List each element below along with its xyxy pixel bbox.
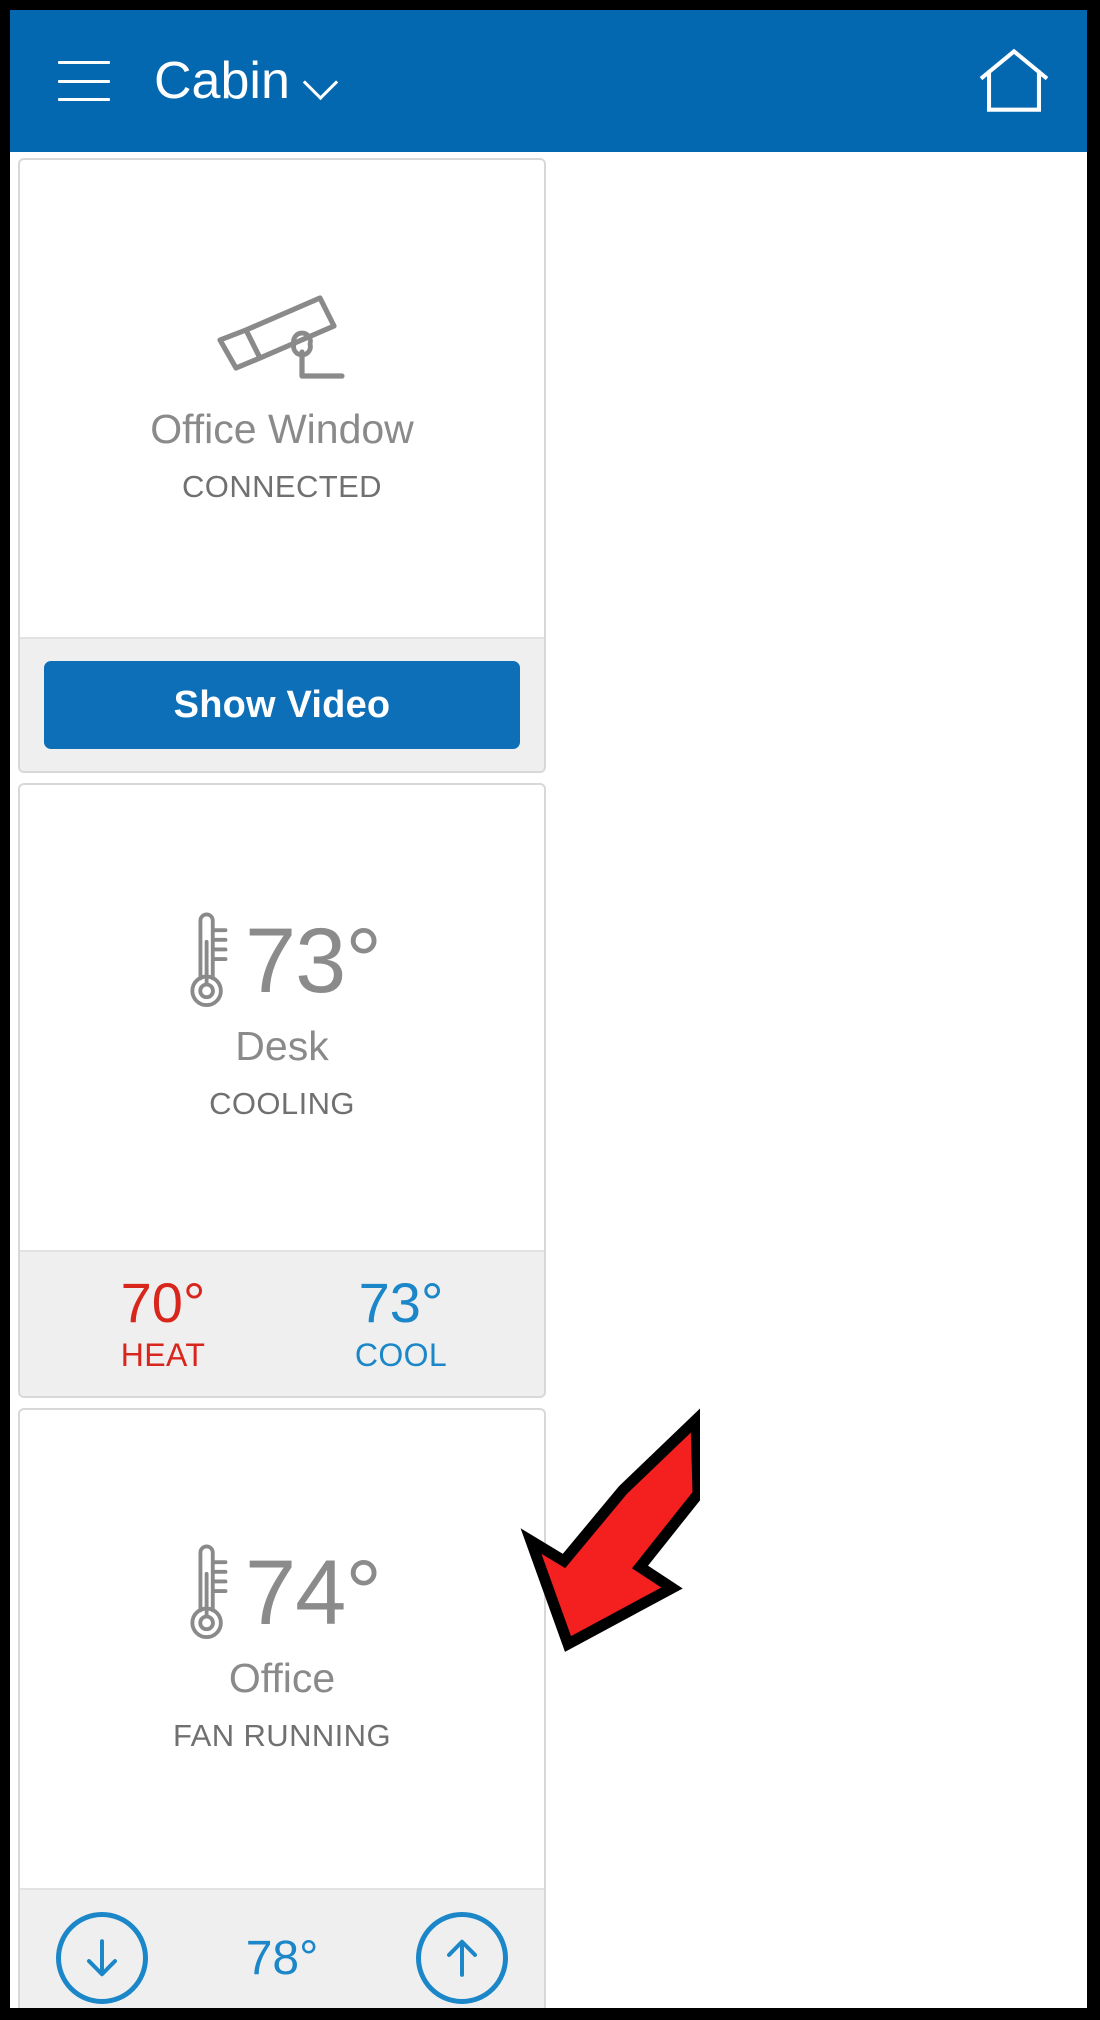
card-body: Office Window CONNECTED [20,160,544,637]
device-card-office[interactable]: 74° Office FAN RUNNING 78° [18,1408,546,2008]
thermometer-icon [190,912,228,1008]
thermometer-icon [190,1544,228,1639]
temperature-stepper: 78° [44,1912,520,2004]
home-icon[interactable] [977,45,1051,117]
page-title: Cabin [154,52,290,110]
temperature-readout: 73° [183,909,382,1013]
card-status: CONNECTED [182,469,382,505]
cool-setpoint-label: COOL [354,1337,448,1373]
card-footer: Show Video [20,637,544,771]
card-title: Office [228,1654,336,1701]
stepper-value: 78° [245,1931,319,1985]
cool-setpoint[interactable]: 73° COOL [282,1271,520,1374]
heat-setpoint-label: HEAT [120,1337,206,1373]
card-footer: 70° HEAT 73° COOL [20,1250,544,1396]
arrow-up-circle-icon[interactable] [416,1912,508,2004]
card-body: 73° Desk COOLING [20,785,544,1250]
card-title: Office Window [150,406,414,453]
hamburger-menu-icon[interactable] [58,61,110,101]
show-video-button[interactable]: Show Video [44,661,520,749]
current-temperature: 74° [244,1541,382,1644]
arrow-up-glyph [447,1939,477,1977]
device-card-grid: Office Window CONNECTED Show Video 73° D… [10,152,1087,2008]
arrow-down-circle-icon[interactable] [56,1912,148,2004]
cool-setpoint-value: 73° [358,1271,444,1335]
location-selector[interactable]: Cabin [154,55,340,107]
temperature-readout: 74° [183,1541,382,1645]
current-temperature: 73° [244,910,382,1013]
app-window: Cabin Office Window CONNECTED Show Video… [10,10,1087,2008]
heat-setpoint-value: 70° [120,1271,206,1335]
device-card-office-window[interactable]: Office Window CONNECTED Show Video [18,158,546,773]
setpoint-row: 70° HEAT 73° COOL [44,1271,520,1374]
card-status: COOLING [209,1086,355,1122]
card-title: Desk [235,1023,329,1070]
device-card-desk[interactable]: 73° Desk COOLING 70° HEAT 73° COOL [18,783,546,1398]
card-status: FAN RUNNING [173,1717,391,1753]
security-camera-icon [217,295,345,379]
card-body: 74° Office FAN RUNNING [20,1410,544,1888]
app-header: Cabin [10,10,1087,152]
chevron-down-icon [304,70,340,92]
arrow-down-glyph [87,1939,117,1977]
card-footer: 78° [20,1888,544,2008]
heat-setpoint[interactable]: 70° HEAT [44,1271,282,1374]
